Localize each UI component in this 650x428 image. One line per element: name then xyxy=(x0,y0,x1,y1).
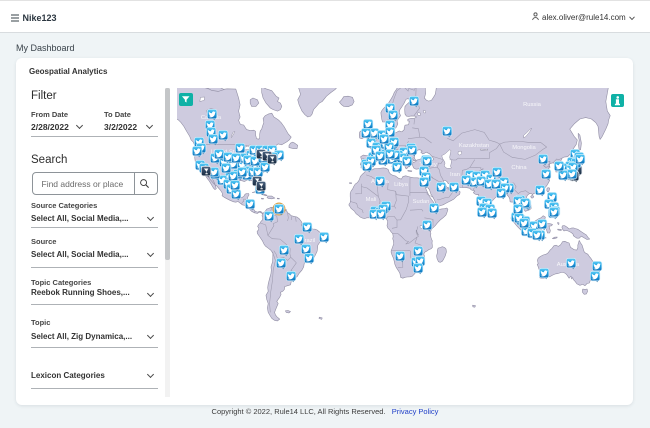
svg-text:Mongolia: Mongolia xyxy=(512,145,536,151)
svg-text:Sudan: Sudan xyxy=(413,199,430,205)
svg-text:Kazakhstan: Kazakhstan xyxy=(459,143,489,149)
svg-text:Libya: Libya xyxy=(394,182,409,188)
svg-text:Russia: Russia xyxy=(523,102,541,108)
svg-text:Mali: Mali xyxy=(366,197,377,203)
svg-text:China: China xyxy=(511,165,527,171)
svg-text:Iran: Iran xyxy=(450,172,460,178)
